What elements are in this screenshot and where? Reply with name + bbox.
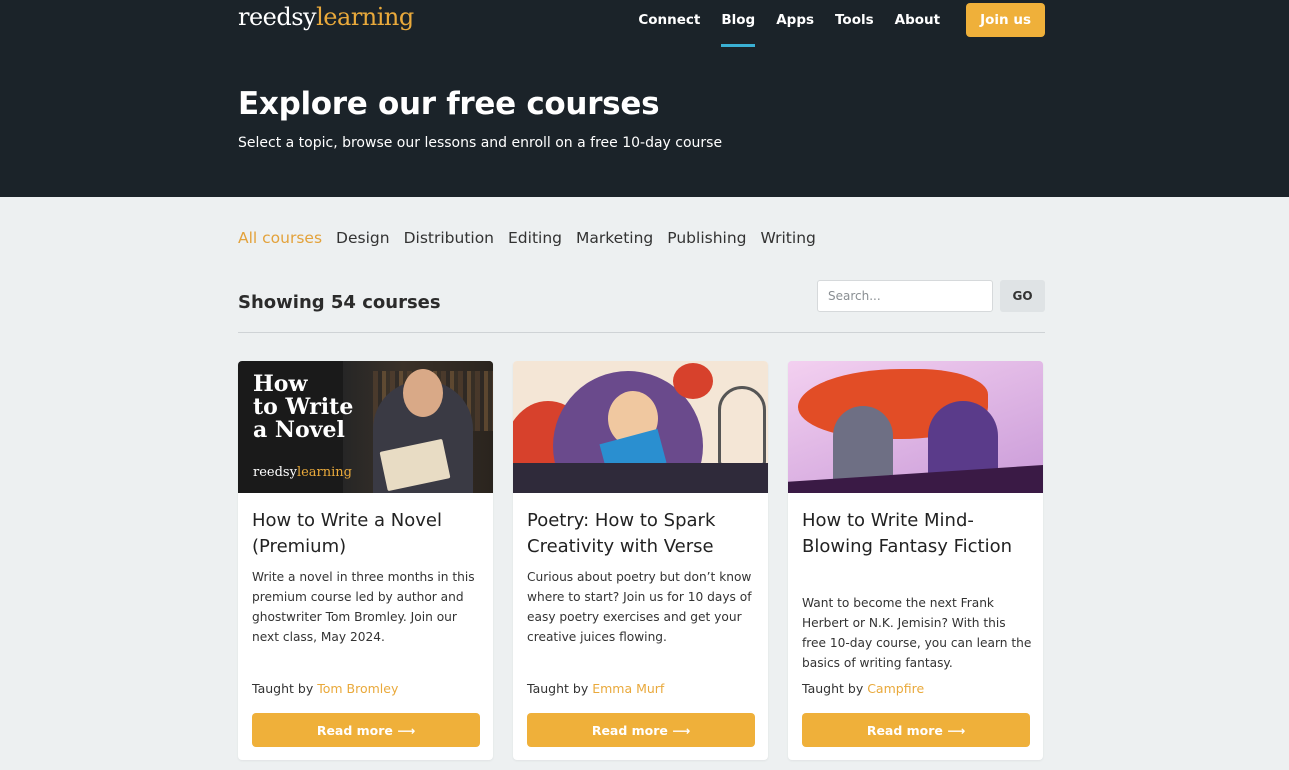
course-card[interactable]: Poetry: How to Spark Creativity with Ver… [513,361,768,760]
results-count: Showing 54 courses [238,292,441,313]
image-title-text: How to Write a Novel [253,373,353,442]
course-instructor: Taught by Tom Bromley [252,681,398,696]
image-logo: reedsylearning [253,465,352,480]
site-logo[interactable]: reedsylearning [238,3,414,31]
course-card[interactable]: How to Write Mind-Blowing Fantasy Fictio… [788,361,1043,760]
flower-illustration [673,363,713,399]
course-instructor: Taught by Emma Murf [527,681,664,696]
course-image-fantasy[interactable] [788,361,1043,493]
tab-marketing[interactable]: Marketing [576,229,653,247]
page-title: Explore our free courses [238,86,660,122]
course-title[interactable]: How to Write Mind-Blowing Fantasy Fictio… [802,508,1032,560]
birdcage-illustration [718,386,766,466]
course-description: Curious about poetry but don’t know wher… [527,570,752,644]
divider [238,332,1045,333]
nav-item-about[interactable]: About [895,3,940,37]
page-subtitle: Select a topic, browse our lessons and e… [238,135,723,151]
course-description: Want to become the next Frank Herbert or… [802,596,1032,670]
instructor-link[interactable]: Emma Murf [592,681,664,696]
nav-item-apps[interactable]: Apps [776,3,814,37]
top-nav: reedsylearning Connect Blog Apps Tools A… [238,0,1045,48]
course-title[interactable]: Poetry: How to Spark Creativity with Ver… [527,508,757,560]
read-more-button[interactable]: Read more ⟶ [252,713,480,747]
course-description: Write a novel in three months in this pr… [252,570,475,644]
taught-by-label: Taught by [527,681,589,696]
topic-filter-tabs: All courses Design Distribution Editing … [238,229,830,247]
join-us-button[interactable]: Join us [966,3,1045,37]
course-image-novel[interactable]: How to Write a Novel reedsylearning [238,361,493,493]
course-card[interactable]: How to Write a Novel reedsylearning How … [238,361,493,760]
course-cards: How to Write a Novel reedsylearning How … [238,361,1063,760]
tab-all-courses[interactable]: All courses [238,229,322,247]
author-photo-head [403,369,443,417]
course-title[interactable]: How to Write a Novel (Premium) [252,508,482,560]
logo-text-reedsy: reedsy [238,3,317,31]
nav-item-tools[interactable]: Tools [835,3,874,37]
taught-by-label: Taught by [252,681,314,696]
image-title-line: a Novel [253,417,345,443]
read-more-button[interactable]: Read more ⟶ [802,713,1030,747]
course-image-poetry[interactable] [513,361,768,493]
logo-text-learning: learning [316,3,414,31]
image-logo-part: reedsy [253,465,297,480]
read-more-button[interactable]: Read more ⟶ [527,713,755,747]
search-go-button[interactable]: GO [1000,280,1045,312]
nav-item-connect[interactable]: Connect [638,3,700,37]
taught-by-label: Taught by [802,681,864,696]
tab-distribution[interactable]: Distribution [404,229,494,247]
course-instructor: Taught by Campfire [802,681,924,696]
image-title-line: How [253,371,308,397]
nav-item-blog[interactable]: Blog [721,3,755,47]
instructor-link[interactable]: Campfire [867,681,924,696]
tab-editing[interactable]: Editing [508,229,562,247]
nav-menu: Connect Blog Apps Tools About Join us [617,3,1045,47]
image-logo-part: learning [296,465,352,480]
illustration-shape [513,463,768,493]
tab-writing[interactable]: Writing [761,229,816,247]
instructor-link[interactable]: Tom Bromley [317,681,398,696]
tab-publishing[interactable]: Publishing [667,229,746,247]
site-header: reedsylearning Connect Blog Apps Tools A… [0,0,1289,197]
image-title-line: to Write [253,394,354,420]
search-input[interactable] [817,280,993,312]
tab-design[interactable]: Design [336,229,390,247]
